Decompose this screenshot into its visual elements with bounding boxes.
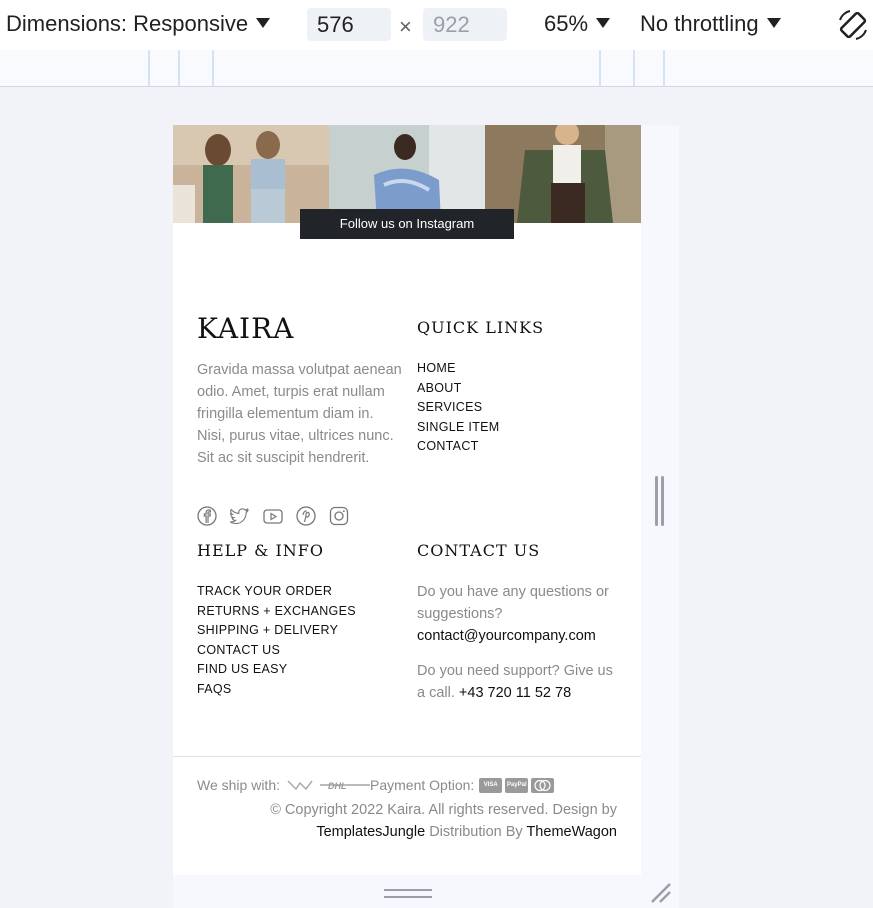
contact-heading: CONTACT US bbox=[417, 541, 541, 560]
svg-text:DHL: DHL bbox=[328, 781, 347, 791]
help-info-heading: HELP & INFO bbox=[197, 541, 324, 560]
site-logo[interactable]: KAIRA bbox=[197, 312, 294, 345]
throttling-dropdown[interactable]: No throttling bbox=[640, 11, 781, 37]
quick-link-services[interactable]: SERVICES bbox=[417, 398, 499, 418]
side-resize-handle[interactable] bbox=[654, 476, 666, 526]
visa-card-icon: VISA bbox=[479, 777, 503, 793]
ruler-segment[interactable] bbox=[212, 50, 214, 86]
help-link-returns[interactable]: RETURNS + EXCHANGES bbox=[197, 602, 356, 622]
quick-link-single-item[interactable]: SINGLE ITEM bbox=[417, 418, 499, 438]
help-link-find-us[interactable]: FIND US EASY bbox=[197, 660, 356, 680]
contact-phone-link[interactable]: +43 720 11 52 78 bbox=[459, 685, 571, 701]
pinterest-icon[interactable] bbox=[296, 506, 316, 526]
follow-instagram-button[interactable]: Follow us on Instagram bbox=[300, 209, 514, 239]
contact-question-text: Do you have any questions or suggestions… bbox=[417, 584, 609, 622]
copyright-text: © Copyright 2022 Kaira. All rights reser… bbox=[237, 799, 617, 843]
ruler-segment[interactable] bbox=[178, 50, 180, 86]
templatesjungle-link[interactable]: TemplatesJungle bbox=[316, 824, 425, 840]
help-link-contact[interactable]: CONTACT US bbox=[197, 641, 356, 661]
payment-label: Payment Option: bbox=[370, 777, 475, 793]
corner-resize-icon[interactable] bbox=[648, 880, 672, 904]
shipping-payment-row: We ship with: DHL Payment Option: VISA P… bbox=[197, 777, 555, 793]
help-link-shipping[interactable]: SHIPPING + DELIVERY bbox=[197, 621, 356, 641]
quick-links-heading: QUICK LINKS bbox=[417, 318, 545, 337]
ruler-segment[interactable] bbox=[599, 50, 601, 86]
devtools-toolbar: Dimensions: Responsive 576 × 922 65% No … bbox=[0, 0, 873, 50]
media-query-ruler[interactable] bbox=[0, 50, 873, 87]
dhl-icon: DHL bbox=[320, 781, 370, 791]
paypal-card-icon: PayPal bbox=[505, 777, 529, 793]
ship-label: We ship with: bbox=[197, 777, 280, 793]
chevron-down-icon bbox=[766, 18, 781, 29]
help-link-track-order[interactable]: TRACK YOUR ORDER bbox=[197, 582, 356, 602]
bottom-resize-handle[interactable] bbox=[384, 888, 432, 900]
instagram-icon[interactable] bbox=[329, 506, 349, 526]
social-links bbox=[197, 506, 349, 526]
quick-link-contact[interactable]: CONTACT bbox=[417, 437, 499, 457]
about-text: Gravida massa volutpat aenean odio. Amet… bbox=[197, 362, 402, 466]
quick-link-home[interactable]: HOME bbox=[417, 359, 499, 379]
distribution-label: Distribution By bbox=[429, 824, 523, 840]
youtube-icon[interactable] bbox=[263, 506, 283, 526]
twitter-icon[interactable] bbox=[230, 506, 250, 526]
facebook-icon[interactable] bbox=[197, 506, 217, 526]
copyright-label: © Copyright 2022 Kaira. All rights reser… bbox=[270, 802, 617, 818]
quick-link-about[interactable]: ABOUT bbox=[417, 379, 499, 399]
height-input[interactable]: 922 bbox=[423, 8, 507, 41]
throttling-label: No throttling bbox=[640, 11, 759, 36]
rotate-device-icon[interactable] bbox=[836, 8, 870, 42]
post-carrier-icon bbox=[287, 780, 313, 791]
zoom-label: 65% bbox=[544, 11, 589, 36]
ruler-segment[interactable] bbox=[663, 50, 665, 86]
dimensions-dropdown[interactable]: Dimensions: Responsive bbox=[6, 11, 271, 37]
quick-links-list: HOME ABOUT SERVICES SINGLE ITEM CONTACT bbox=[417, 359, 499, 457]
page-viewport: Follow us on Instagram KAIRA Gravida mas… bbox=[173, 125, 641, 875]
ruler-segment[interactable] bbox=[148, 50, 150, 86]
help-info-list: TRACK YOUR ORDER RETURNS + EXCHANGES SHI… bbox=[197, 582, 356, 699]
contact-question: Do you have any questions or suggestions… bbox=[417, 581, 617, 647]
footer-divider bbox=[173, 756, 641, 757]
chevron-down-icon bbox=[256, 18, 271, 29]
contact-support: Do you need support? Give us a call. +43… bbox=[417, 660, 617, 704]
themewagon-link[interactable]: ThemeWagon bbox=[526, 824, 617, 840]
dimensions-label: Dimensions: Responsive bbox=[6, 11, 249, 36]
times-symbol: × bbox=[399, 14, 412, 39]
zoom-dropdown[interactable]: 65% bbox=[544, 11, 611, 37]
mastercard-icon bbox=[531, 777, 555, 793]
width-input[interactable]: 576 bbox=[307, 8, 391, 41]
chevron-down-icon bbox=[596, 18, 611, 29]
help-link-faqs[interactable]: FAQS bbox=[197, 680, 356, 700]
ruler-segment[interactable] bbox=[633, 50, 635, 86]
contact-email-link[interactable]: contact@yourcompany.com bbox=[417, 628, 596, 644]
